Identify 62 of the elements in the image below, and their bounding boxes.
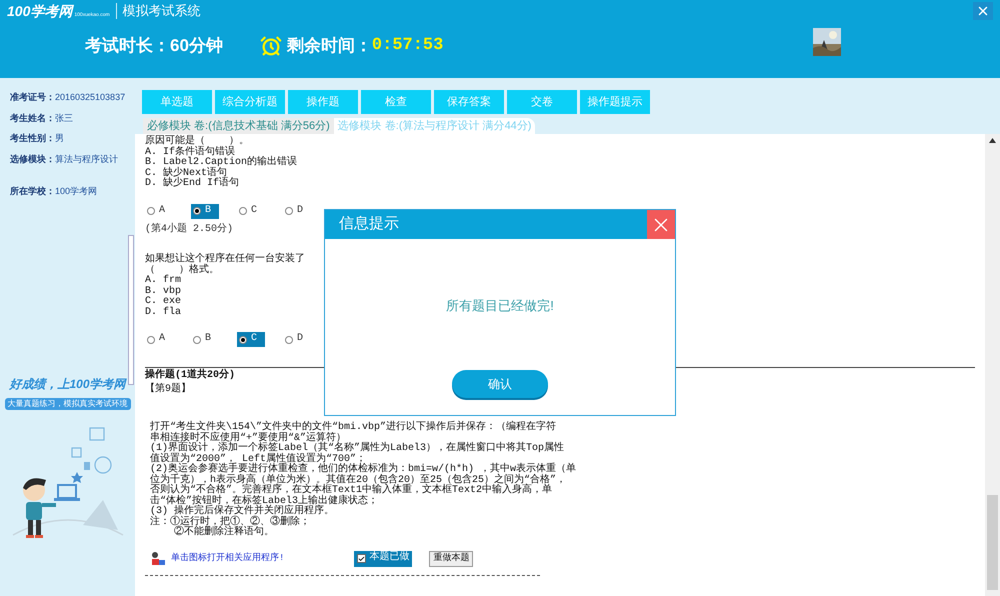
info-value: 20160325103837: [55, 91, 126, 104]
close-button[interactable]: [647, 210, 675, 239]
section-heading: 操作题(1道共20分): [145, 371, 236, 382]
question-text: （ ）格式。: [145, 266, 220, 276]
answer-option[interactable]: D: [283, 332, 311, 347]
exam-duration: 考试时长：60分钟: [85, 35, 223, 58]
question-text: D. 缺少End If语句: [145, 179, 240, 190]
scroll-up-icon[interactable]: [989, 138, 996, 143]
question-text: ②不能删除注释语句。: [173, 528, 274, 538]
dialog-message: 所有题目已经做完!: [446, 297, 554, 315]
question-text: C. 缺少Next语句: [145, 168, 228, 178]
scrollbar[interactable]: [128, 235, 134, 385]
answer-option[interactable]: D: [283, 204, 311, 218]
info-label: 准考证号：: [10, 91, 55, 104]
close-button[interactable]: [973, 2, 993, 20]
redo-button[interactable]: 重做本题: [429, 550, 474, 566]
scrollbar[interactable]: [985, 134, 1000, 596]
question-text: A. If条件语句错误: [145, 148, 236, 158]
info-label: 考生性别：: [10, 132, 55, 145]
answer-option[interactable]: A: [145, 332, 173, 347]
answer-option[interactable]: B: [191, 204, 219, 218]
question-score: (第4小题 2.50分): [145, 224, 234, 235]
answer-option[interactable]: A: [145, 204, 173, 218]
question-text: 原因可能是（ ）。: [145, 137, 250, 147]
question-text: 否则认为“不合格”。完善程序，在文本框Text1中输入体重，文本框Text2中输入身高，单: [150, 486, 552, 496]
launch-link[interactable]: 单击图标打开相关应用程序!: [171, 553, 284, 564]
answer-option[interactable]: C: [237, 332, 265, 347]
question-text: (3) 操作完后保存文件并关闭应用程序。: [150, 507, 334, 517]
tagline: 大量真题练习，模拟真实考试环境: [4, 398, 130, 410]
slogan: 好成绩，上100学考网: [9, 376, 126, 392]
remaining-time: 0:57:53: [372, 35, 444, 58]
info-label: 考生姓名：: [10, 112, 55, 124]
question-text: B. Label2.Caption的输出错误: [145, 158, 298, 168]
question-text: (2)奥运会参赛选手要进行体重检查，他们的体检标准为：bmi=w/(h*h) ，其中w表示体重（单: [150, 465, 576, 475]
info-value: 100学考网: [55, 185, 98, 198]
answer-option[interactable]: B: [191, 332, 219, 347]
info-label: 所在学校：: [10, 185, 55, 198]
clock-icon: [260, 35, 282, 57]
close-icon: [976, 4, 990, 18]
info-value: 男: [55, 132, 64, 145]
question-text: (1)界面设计，添加一个标签Label（其“名称”属性为Label3），在属性窗口中将其Top属性: [150, 444, 564, 454]
question-text: B. vbp: [145, 286, 182, 296]
info-value: 张三: [55, 112, 73, 124]
scrollbar-thumb[interactable]: [987, 495, 998, 590]
answer-option[interactable]: C: [237, 204, 265, 218]
app-title: 模拟考试系统: [122, 2, 201, 20]
logo: 100学考网: [7, 4, 72, 18]
done-checkbox[interactable]: 本题已做: [354, 550, 412, 566]
check-icon: [358, 554, 366, 562]
question-text: 如果想让这个程序在任何一台安装了: [145, 255, 305, 265]
paper-tab[interactable]: 必修模块 卷:(信息技术基础 满分56分): [143, 118, 334, 134]
dialog-title: 信息提示: [339, 214, 399, 234]
question-text: A. frm: [145, 276, 182, 286]
question-text: 打开“考生文件夹\154\”文件夹中的文件“bmi.vbp”进行以下操作后并保存：（编程在字符: [150, 423, 556, 433]
info-label: 选修模块：: [10, 152, 55, 166]
question-text: C. exe: [145, 297, 182, 307]
info-value: 算法与程序设计: [55, 152, 118, 166]
question-text: D. fla: [145, 308, 182, 318]
remaining-label: 剩余时间：: [286, 35, 372, 58]
confirm-button[interactable]: 确认: [452, 370, 548, 398]
question-number: 【第9题】: [145, 384, 192, 395]
app-launch-icon[interactable]: [150, 550, 166, 566]
